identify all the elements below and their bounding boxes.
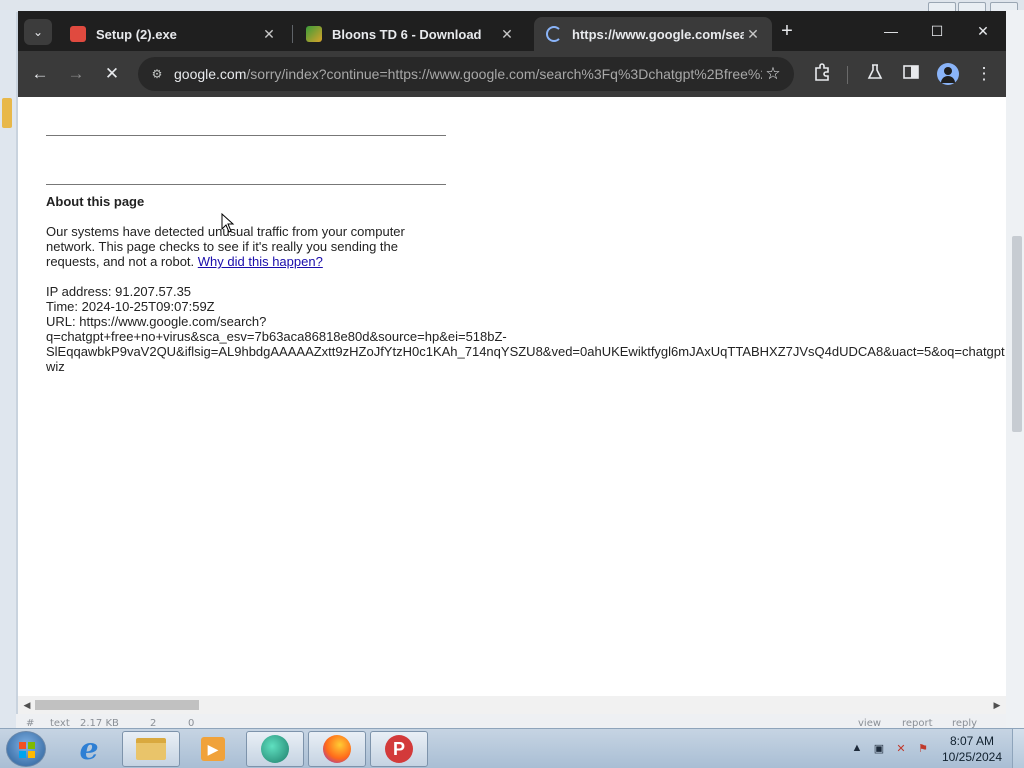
show-hidden-icons-icon[interactable]: ▲ — [846, 742, 868, 758]
system-clock[interactable]: 8:07 AM 10/25/2024 — [940, 733, 1004, 765]
tab-title: Bloons TD 6 - Download — [332, 26, 482, 42]
forward-icon[interactable]: → — [65, 63, 87, 85]
close-tab-icon[interactable]: ✕ — [498, 26, 516, 43]
taskbar-media-player[interactable]: ▶ — [184, 731, 242, 767]
tab-search-button[interactable]: ⌄ — [24, 19, 52, 45]
system-tray: ▲ ▣ ✕ ⚑ — [846, 741, 934, 759]
taskbar-firefox[interactable] — [308, 731, 366, 767]
network-icon[interactable]: ▣ — [868, 742, 890, 758]
start-button[interactable] — [6, 731, 46, 767]
scroll-left-icon[interactable]: ◀ — [21, 699, 33, 711]
tab-strip: ⌄ Setup (2).exe ✕ Bloons TD 6 - Download… — [18, 11, 1006, 51]
menu-icon[interactable]: ⋮ — [973, 63, 995, 85]
taskbar-chat-app[interactable] — [246, 731, 304, 767]
firefox-icon — [323, 735, 351, 763]
tab-setup-exe[interactable]: Setup (2).exe ✕ — [58, 17, 288, 51]
taskbar-file-explorer[interactable] — [122, 731, 180, 767]
taskbar-internet-explorer[interactable]: e — [60, 731, 118, 767]
tab-title: https://www.google.com/search — [572, 26, 744, 42]
chat-app-icon — [261, 735, 289, 763]
volume-muted-icon[interactable]: ✕ — [890, 742, 912, 758]
address-bar[interactable]: ⚙ google.com/sorry/index?continue=https:… — [138, 57, 794, 91]
background-window-left-edge — [0, 10, 16, 728]
close-window-button[interactable]: ✕ — [968, 19, 998, 43]
media-player-icon: ▶ — [201, 737, 225, 761]
tab-title: Setup (2).exe — [96, 26, 177, 42]
close-tab-icon[interactable]: ✕ — [744, 26, 762, 43]
mouse-cursor-icon — [221, 213, 235, 233]
ip-address: IP address: 91.207.57.35 — [46, 284, 192, 299]
address-url[interactable]: google.com/sorry/index?continue=https://… — [174, 66, 762, 82]
setup-favicon — [70, 26, 86, 42]
extensions-icon[interactable] — [811, 63, 833, 85]
site-info-icon[interactable]: ⚙ — [148, 65, 166, 83]
labs-icon[interactable] — [864, 63, 886, 85]
why-did-this-happen-link[interactable]: Why did this happen? — [198, 254, 323, 269]
page-heading: About this page — [46, 194, 145, 209]
taskbar-psiphon[interactable]: P — [370, 731, 428, 767]
windows-logo-icon — [19, 742, 35, 758]
tab-google-search[interactable]: https://www.google.com/search ✕ — [534, 17, 772, 51]
horizontal-scrollbar[interactable]: ◀ ▶ — [18, 696, 1006, 714]
scroll-right-icon[interactable]: ▶ — [991, 699, 1003, 711]
tab-bloons-td6[interactable]: Bloons TD 6 - Download ✕ — [294, 17, 526, 51]
clock-date: 10/25/2024 — [941, 750, 1003, 764]
request-url-line: q=chatgpt+free+no+virus&sca_esv=7b63aca8… — [46, 329, 507, 344]
internet-explorer-icon: e — [79, 731, 99, 767]
request-url-line: SlEqqawbkP9vaV2QU&iflsig=AL9hbdgAAAAAZxt… — [46, 344, 1005, 359]
address-path: /sorry/index?continue=https://www.google… — [246, 66, 762, 82]
explanation-text: Our systems have detected unusual traffi… — [46, 224, 426, 269]
taskbar: e ▶ P ▲ ▣ ✕ ⚑ 8:07 AM 10/25/2024 — [0, 728, 1024, 768]
google-loading-favicon — [546, 26, 562, 42]
maximize-button[interactable]: ☐ — [922, 19, 952, 43]
background-scrollbar-thumb[interactable] — [1012, 236, 1022, 432]
scrollbar-thumb[interactable] — [35, 700, 199, 710]
show-desktop-button[interactable] — [1012, 729, 1024, 768]
request-details: IP address: 91.207.57.35 Time: 2024-10-2… — [46, 284, 1006, 374]
bookmark-star-icon[interactable]: ☆ — [762, 63, 784, 85]
clock-time: 8:07 AM — [949, 734, 995, 748]
divider-top — [46, 135, 446, 136]
psiphon-icon: P — [385, 735, 413, 763]
side-panel-icon[interactable] — [900, 63, 922, 85]
request-url-line: URL: https://www.google.com/search? — [46, 314, 267, 329]
page-content: About this page Our systems have detecte… — [18, 97, 1006, 696]
browser-toolbar: ← → ✕ ⚙ google.com/sorry/index?continue=… — [18, 51, 1006, 97]
bloons-favicon — [306, 26, 322, 42]
tab-search-icon: ⌄ — [32, 25, 44, 39]
new-tab-button[interactable]: + — [776, 20, 798, 42]
browser-window: ⌄ Setup (2).exe ✕ Bloons TD 6 - Download… — [18, 11, 1006, 714]
request-url-line: wiz — [46, 359, 65, 374]
action-center-flag-icon[interactable]: ⚑ — [912, 742, 934, 758]
minimize-button[interactable]: — — [876, 19, 906, 43]
divider-middle — [46, 184, 446, 185]
back-icon[interactable]: ← — [29, 63, 51, 85]
stop-loading-icon[interactable]: ✕ — [101, 63, 123, 85]
close-tab-icon[interactable]: ✕ — [260, 26, 278, 43]
request-time: Time: 2024-10-25T09:07:59Z — [46, 299, 215, 314]
address-domain: google.com — [174, 66, 247, 82]
profile-icon[interactable] — [937, 63, 959, 85]
folder-icon — [136, 738, 166, 760]
